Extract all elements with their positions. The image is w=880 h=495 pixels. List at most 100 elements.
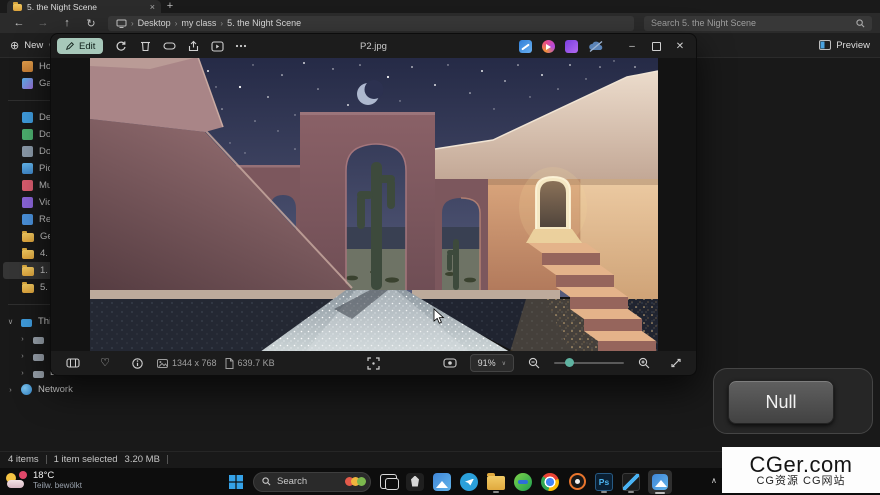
photos-app-icon [652, 474, 668, 490]
new-tab-button[interactable]: + [161, 0, 179, 13]
pictures-app-button[interactable] [432, 471, 452, 493]
explorer-tab-strip: 5. the Night Scene × + [0, 0, 880, 13]
download-manager-button[interactable] [513, 471, 533, 493]
breadcrumb-chevron: › [220, 19, 223, 28]
task-view-button[interactable] [378, 471, 398, 493]
chevron-right-icon[interactable]: › [6, 385, 15, 394]
taskbar-search-input[interactable]: Search [253, 472, 371, 492]
screenshot-tool-icon [622, 473, 640, 491]
start-button[interactable] [226, 471, 246, 493]
chrome-button[interactable] [540, 471, 560, 493]
zoom-slider[interactable] [554, 362, 624, 364]
back-button[interactable]: ← [8, 17, 30, 29]
edit-button-label: Edit [79, 41, 95, 52]
selection-count: 1 item selected [54, 454, 118, 465]
breadcrumb[interactable]: › Desktop › my class › 5. the Night Scen… [108, 16, 634, 31]
rotate-button[interactable] [109, 37, 133, 55]
maximize-button[interactable] [644, 37, 668, 55]
hand-app-button[interactable] [405, 471, 425, 493]
compare-icon [443, 358, 457, 368]
photoshop-button[interactable]: Ps [594, 471, 614, 493]
tab-close-icon[interactable]: × [150, 2, 155, 12]
running-indicator [628, 491, 634, 493]
chevron-right-icon[interactable]: › [18, 334, 27, 343]
breadcrumb-current-folder[interactable]: 5. the Night Scene [227, 18, 301, 28]
keystroke-key: Null [728, 380, 834, 424]
filmstrip-icon [66, 358, 80, 368]
running-indicator [601, 491, 607, 493]
delete-button[interactable] [133, 37, 157, 55]
zoom-out-icon [528, 357, 540, 369]
filmstrip-button[interactable] [61, 354, 85, 372]
taskbar-search-placeholder: Search [277, 476, 342, 487]
weather-temperature: 18°C [33, 471, 82, 481]
screenshot-tool-button[interactable] [621, 471, 641, 493]
new-button[interactable]: ⊕ New ∨ [10, 39, 53, 52]
chevron-right-icon[interactable]: › [18, 351, 27, 360]
minimize-button[interactable]: – [620, 37, 644, 55]
share-button[interactable] [181, 37, 205, 55]
telegram-button[interactable] [459, 471, 479, 493]
clipchamp-icon[interactable] [542, 40, 555, 53]
print-button[interactable] [157, 37, 181, 55]
orange-app-button[interactable] [567, 471, 587, 493]
close-button[interactable]: ✕ [668, 37, 692, 55]
favorite-button[interactable]: ♡ [93, 354, 117, 372]
home-icon [22, 61, 33, 72]
explorer-tab[interactable]: 5. the Night Scene × [7, 0, 161, 13]
edit-button[interactable]: Edit [57, 38, 103, 54]
status-separator [46, 455, 47, 464]
up-button[interactable]: ↑ [56, 17, 78, 29]
trash-icon [140, 40, 151, 52]
fullscreen-button[interactable] [664, 354, 688, 372]
zoom-out-button[interactable] [522, 354, 546, 372]
search-icon [262, 477, 271, 486]
refresh-button[interactable]: ↻ [80, 17, 102, 30]
folder-icon [22, 267, 34, 276]
preview-toggle-button[interactable]: Preview [819, 40, 870, 51]
gallery-icon [22, 78, 33, 89]
search-icon [856, 19, 865, 28]
tray-chevron-icon[interactable]: ∧ [711, 476, 717, 485]
gallery-app-icon[interactable] [565, 40, 578, 53]
compare-button[interactable] [438, 354, 462, 372]
zoom-in-button[interactable] [632, 354, 656, 372]
breadcrumb-my-class[interactable]: my class [181, 18, 216, 28]
file-explorer-button[interactable] [486, 471, 506, 493]
chevron-down-icon: ∨ [502, 360, 506, 367]
forward-button[interactable]: → [32, 17, 54, 29]
hand-app-icon [406, 473, 424, 491]
slideshow-button[interactable] [205, 37, 229, 55]
items-count: 4 items [8, 454, 39, 465]
photos-app-icon[interactable] [519, 40, 532, 53]
onedrive-cloud-icon[interactable] [588, 40, 604, 53]
chevron-right-icon[interactable]: › [18, 368, 27, 377]
heart-icon: ♡ [100, 358, 110, 368]
running-indicator [655, 492, 665, 494]
chevron-down-icon[interactable]: ∨ [6, 317, 15, 326]
widgets-weather-button[interactable]: 18°C Teilw. bewölkt [5, 471, 82, 491]
search-input[interactable]: Search 5. the Night Scene [644, 16, 872, 31]
pencil-icon [65, 41, 75, 51]
telegram-icon [460, 473, 478, 491]
zoom-level-dropdown[interactable]: 91% ∨ [470, 354, 514, 372]
folder-icon [22, 250, 34, 259]
photos-app-taskbar-button[interactable] [648, 471, 672, 493]
photo-image [90, 58, 658, 351]
fit-to-window-button[interactable] [362, 354, 386, 372]
recycle-bin-icon [22, 214, 33, 225]
task-view-icon [380, 474, 397, 489]
breadcrumb-chevron: › [131, 19, 134, 28]
photos-title-bar[interactable]: Edit P2.jpg – ✕ [51, 34, 696, 58]
address-bar: ← → ↑ ↻ › Desktop › my class › 5. the Ni… [0, 13, 880, 33]
more-options-button[interactable] [229, 37, 253, 55]
zoom-slider-handle[interactable] [565, 358, 574, 367]
slideshow-icon [211, 41, 224, 52]
sidebar-item-network[interactable]: ›Network [0, 381, 160, 398]
photos-status-bar: ♡ 1344 x 768 639.7 KB 91% ∨ [51, 351, 696, 375]
watermark-title: CGer.com [749, 453, 852, 476]
weather-condition: Teilw. bewölkt [33, 481, 82, 491]
info-button[interactable] [125, 354, 149, 372]
breadcrumb-desktop[interactable]: Desktop [138, 18, 171, 28]
share-icon [187, 40, 199, 52]
